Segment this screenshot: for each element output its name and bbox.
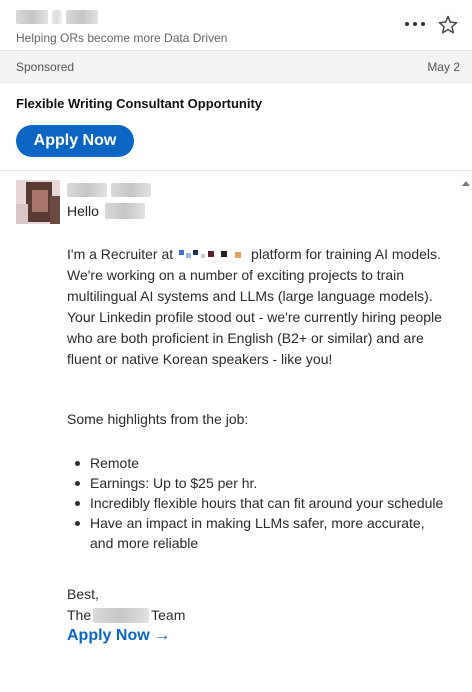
list-item: Earnings: Up to $25 per hr.	[74, 473, 444, 493]
team-prefix: The	[67, 607, 92, 623]
recipient-name-redacted	[104, 203, 145, 219]
redaction-block	[67, 183, 107, 197]
company-logo-redacted	[175, 248, 245, 260]
highlights-title: Some highlights from the job:	[67, 411, 249, 427]
redaction-block	[16, 10, 48, 24]
greeting: Hello	[67, 203, 145, 219]
apply-now-link[interactable]: Apply Now →	[67, 627, 170, 645]
recruiter-name-redacted[interactable]	[67, 183, 151, 197]
message-body: Hello I'm a Recruiter at platform for tr…	[0, 170, 472, 692]
sender-name-redacted[interactable]	[16, 10, 98, 24]
redaction-block	[52, 10, 62, 24]
apply-now-button[interactable]: Apply Now	[16, 125, 134, 157]
scroll-up-arrow-icon[interactable]	[462, 181, 470, 186]
sponsored-label: Sponsored	[16, 60, 75, 74]
message-paragraph: I'm a Recruiter at platform for training…	[67, 244, 445, 370]
sponsored-bar: Sponsored May 2	[0, 50, 472, 83]
team-suffix: Team	[151, 607, 186, 623]
paragraph-rest: platform for training AI models. We're w…	[67, 246, 442, 367]
highlights-list: Remote Earnings: Up to $25 per hr. Incre…	[74, 453, 444, 553]
paragraph-start: I'm a Recruiter at	[67, 246, 174, 262]
redaction-block	[66, 10, 98, 24]
message-header: Helping ORs become more Data Driven	[0, 0, 472, 50]
sender-subtitle: Helping ORs become more Data Driven	[16, 31, 228, 45]
signature: The Team	[67, 607, 185, 623]
list-item: Have an impact in making LLMs safer, mor…	[74, 513, 444, 553]
list-item: Incredibly flexible hours that can fit a…	[74, 493, 444, 513]
message-subject: Flexible Writing Consultant Opportunity	[16, 96, 263, 111]
ellipsis-icon[interactable]	[405, 18, 427, 30]
list-item: Remote	[74, 453, 444, 473]
scrollbar[interactable]	[460, 171, 472, 692]
redaction-block	[111, 183, 151, 197]
signoff: Best,	[67, 586, 99, 602]
avatar[interactable]	[16, 180, 60, 224]
company-name-redacted	[93, 607, 150, 623]
message-date: May 2	[427, 60, 460, 74]
star-outline-icon[interactable]	[437, 14, 459, 36]
greeting-text: Hello	[67, 203, 99, 219]
